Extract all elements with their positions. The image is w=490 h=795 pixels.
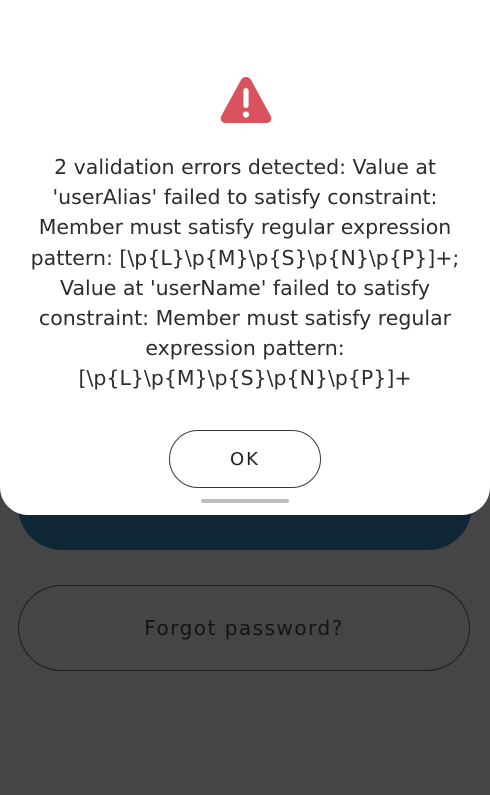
error-dialog: 2 validation errors detected: Value at '…	[0, 0, 490, 515]
sheet-handle[interactable]	[201, 499, 289, 503]
screen: Forgot password? 2 validation errors det…	[0, 0, 490, 795]
forgot-password-label: Forgot password?	[144, 616, 344, 640]
error-message: 2 validation errors detected: Value at '…	[30, 155, 460, 391]
forgot-password-button: Forgot password?	[18, 585, 470, 671]
ok-button-label: OK	[230, 448, 260, 470]
warning-triangle-icon	[220, 77, 272, 123]
ok-button[interactable]: OK	[169, 430, 321, 488]
